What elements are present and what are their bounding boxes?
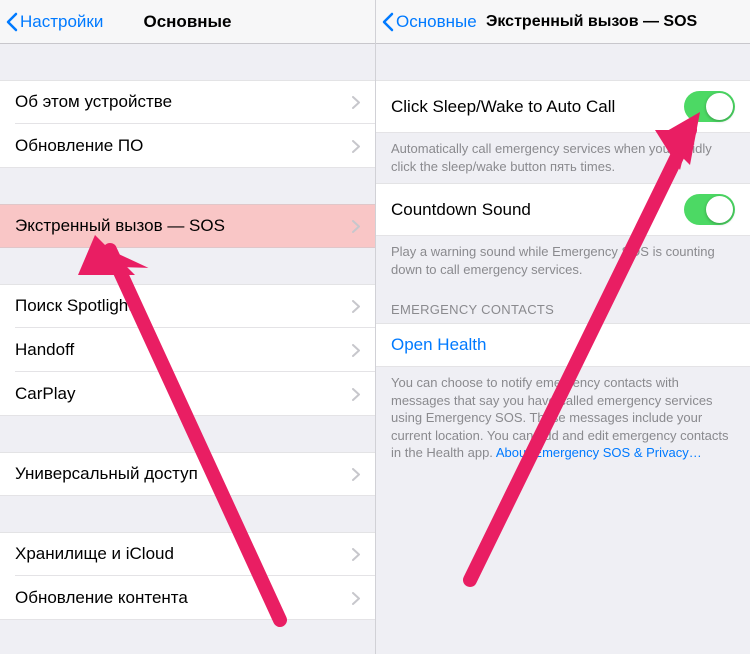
chevron-left-icon [382, 12, 394, 32]
cell-label: Об этом устройстве [15, 92, 352, 112]
cell-label: Обновление ПО [15, 136, 352, 156]
chevron-right-icon [352, 388, 360, 401]
cell-spotlight[interactable]: Поиск Spotlight [0, 284, 375, 328]
cell-label: Универсальный доступ [15, 464, 352, 484]
back-label: Основные [396, 12, 477, 32]
auto-call-footer: Automatically call emergency services wh… [376, 133, 750, 183]
content: Об этом устройстве Обновление ПО Экстрен… [0, 44, 375, 654]
cell-about[interactable]: Об этом устройстве [0, 80, 375, 124]
nav-bar: Основные Экстренный вызов — SOS [376, 0, 750, 44]
chevron-right-icon [352, 548, 360, 561]
cell-label: Хранилище и iCloud [15, 544, 352, 564]
cell-label: Countdown Sound [391, 200, 684, 220]
chevron-right-icon [352, 140, 360, 153]
cell-software-update[interactable]: Обновление ПО [0, 124, 375, 168]
cell-auto-call: Click Sleep/Wake to Auto Call [376, 80, 750, 133]
content: Click Sleep/Wake to Auto Call Automatica… [376, 44, 750, 654]
cell-emergency-sos[interactable]: Экстренный вызов — SOS [0, 204, 375, 248]
back-button[interactable]: Настройки [6, 12, 103, 32]
emergency-contacts-header: EMERGENCY CONTACTS [376, 286, 750, 323]
chevron-left-icon [6, 12, 18, 32]
auto-call-toggle[interactable] [684, 91, 735, 122]
cell-label: Open Health [391, 335, 735, 355]
countdown-footer: Play a warning sound while Emergency SOS… [376, 236, 750, 286]
emergency-sos-screen: Основные Экстренный вызов — SOS Click Sl… [375, 0, 750, 654]
chevron-right-icon [352, 468, 360, 481]
cell-storage[interactable]: Хранилище и iCloud [0, 532, 375, 576]
countdown-toggle[interactable] [684, 194, 735, 225]
cell-label: Обновление контента [15, 588, 352, 608]
back-button[interactable]: Основные [382, 12, 477, 32]
chevron-right-icon [352, 96, 360, 109]
cell-open-health[interactable]: Open Health [376, 323, 750, 367]
chevron-right-icon [352, 300, 360, 313]
back-label: Настройки [20, 12, 103, 32]
cell-label: Поиск Spotlight [15, 296, 352, 316]
cell-label: CarPlay [15, 384, 352, 404]
cell-label: Handoff [15, 340, 352, 360]
emergency-contacts-footer: You can choose to notify emergency conta… [376, 367, 750, 470]
cell-countdown-sound: Countdown Sound [376, 183, 750, 236]
about-sos-privacy-link[interactable]: About Emergency SOS & Privacy… [496, 445, 702, 460]
chevron-right-icon [352, 344, 360, 357]
cell-label: Экстренный вызов — SOS [15, 216, 352, 236]
cell-label: Click Sleep/Wake to Auto Call [391, 97, 684, 117]
chevron-right-icon [352, 592, 360, 605]
cell-accessibility[interactable]: Универсальный доступ [0, 452, 375, 496]
cell-carplay[interactable]: CarPlay [0, 372, 375, 416]
settings-general-screen: Настройки Основные Об этом устройстве Об… [0, 0, 375, 654]
cell-handoff[interactable]: Handoff [0, 328, 375, 372]
cell-background-refresh[interactable]: Обновление контента [0, 576, 375, 620]
nav-bar: Настройки Основные [0, 0, 375, 44]
chevron-right-icon [352, 220, 360, 233]
